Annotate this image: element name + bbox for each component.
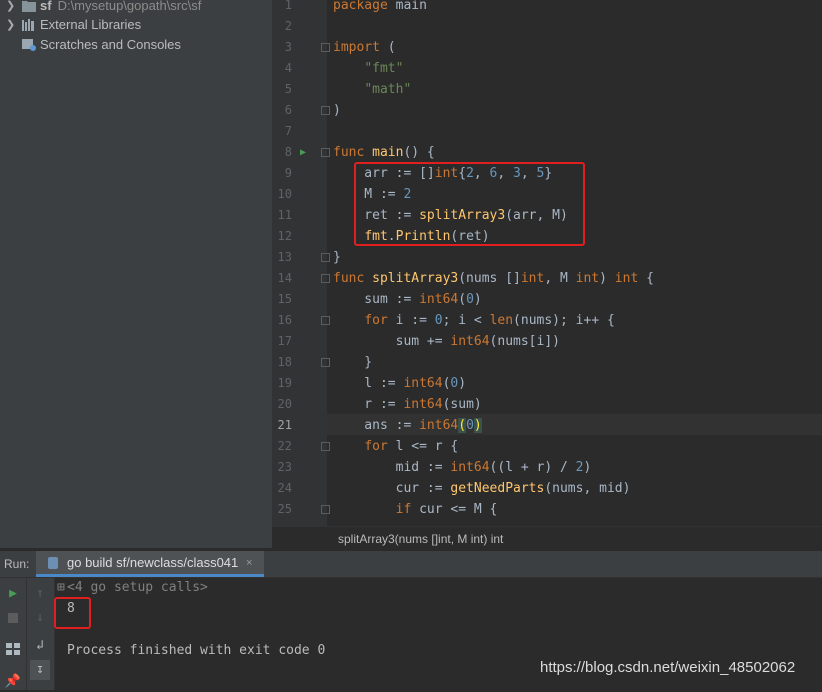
code-line-4: "fmt" [364,61,404,76]
rerun-icon[interactable]: ▶ [3,584,23,604]
line-number: 23 [277,460,292,474]
chevron-right-icon[interactable]: ❯ [6,15,15,35]
code-line-14: func splitArray3(nums []int, M int) int … [333,271,654,286]
line-number: 17 [277,334,292,348]
code-line-1: package main [333,0,427,13]
scroll-to-end-icon[interactable]: ↧ [30,660,50,680]
line-number: 1 [284,0,292,12]
line-number: 24 [277,481,292,495]
run-panel-header: Run: go build sf/newclass/class041 × [0,551,822,578]
line-number: 18 [277,355,292,369]
code-line-22: for l <= r { [364,439,459,454]
code-line-13: } [333,250,341,265]
line-number: 10 [277,187,292,201]
soft-wrap-icon[interactable]: ↲ [30,636,50,656]
run-panel-label: Run: [4,557,30,571]
line-number: 3 [284,40,292,54]
code-line-21: ans := int64(0) [333,418,482,433]
fold-icon[interactable] [321,316,330,325]
line-number: 12 [277,229,292,243]
pin-icon[interactable]: 📌 [3,672,23,692]
fold-icon[interactable] [321,43,330,52]
code-editor[interactable]: 1 2 3 4 5 6 7 8 9 10 11 12 13 14 15 16 1… [272,0,822,526]
code-line-3: import ( [333,40,396,55]
code-line-17: sum += int64(nums[i]) [333,334,560,349]
code-line-16: for i := 0; i < len(nums); i++ { [364,313,615,328]
line-number: 11 [277,208,292,222]
line-number: 7 [284,124,292,138]
editor-breadcrumb[interactable]: splitArray3(nums []int, M int) int [272,526,822,551]
line-number: 4 [284,61,292,75]
arrow-down-icon[interactable]: ↓ [30,608,50,628]
highlight-box-output [54,597,91,629]
editor-gutter: 1 2 3 4 5 6 7 8 9 10 11 12 13 14 15 16 1… [272,0,330,526]
line-number: 20 [277,397,292,411]
project-tool-window: ❯ sf D:\mysetup\gopath\src\sf ❯ External … [0,0,272,548]
code-line-24: cur := getNeedParts(nums, mid) [333,481,631,496]
tree-item-path: D:\mysetup\gopath\src\sf [57,0,202,13]
run-gutter-icon[interactable]: ▶ [300,142,306,163]
close-icon[interactable]: × [246,551,252,575]
line-number: 22 [277,439,292,453]
fold-icon[interactable]: ⊞ [57,580,65,595]
fold-icon[interactable] [321,253,330,262]
line-number: 5 [284,82,292,96]
line-number: 16 [277,313,292,327]
line-number-current: 21 [277,418,292,432]
stop-icon[interactable] [3,608,23,628]
console-setup-calls[interactable]: <4 go setup calls> [67,580,208,595]
layout-icon[interactable] [3,642,23,662]
fold-icon[interactable] [321,274,330,283]
line-number: 15 [277,292,292,306]
run-toolbar-secondary: ↑ ↓ ↲ ↧ [27,578,55,690]
code-line-5: "math" [364,82,412,97]
tree-item-label: Scratches and Consoles [40,37,181,52]
watermark: https://blog.csdn.net/weixin_48502062 [540,659,796,676]
code-line-19: l := int64(0) [333,376,467,391]
code-line-18: } [333,355,373,370]
library-icon [22,19,34,31]
code-line-6: ) [333,103,341,118]
arrow-up-icon[interactable]: ↑ [30,584,50,604]
tree-item-label: sf [40,0,52,13]
fold-icon[interactable] [321,442,330,451]
code-line-8: func main() { [333,145,435,160]
code-line-25: if cur <= M { [395,502,498,517]
code-line-15: sum := int64(0) [333,292,482,307]
run-toolbar-primary: ▶ 📌 [0,578,27,690]
fold-icon[interactable] [321,505,330,514]
line-number: 6 [284,103,292,117]
fold-icon[interactable] [321,358,330,367]
console-exit-message: Process finished with exit code 0 [67,643,326,658]
go-file-icon [48,557,58,569]
run-tab-label[interactable]: go build sf/newclass/class041 [67,551,238,575]
fold-icon[interactable] [321,106,330,115]
breadcrumb-label[interactable]: splitArray3(nums []int, M int) int [338,527,503,551]
code-line-20: r := int64(sum) [333,397,482,412]
highlight-box-main-body [354,162,585,246]
line-number: 13 [277,250,292,264]
line-number: 14 [277,271,292,285]
line-number: 2 [284,19,292,33]
line-number: 8 [284,145,292,159]
tree-item-label: External Libraries [40,17,142,32]
chevron-right-icon[interactable]: ❯ [6,0,15,16]
line-number: 19 [277,376,292,390]
run-config-tab[interactable]: go build sf/newclass/class041 × [36,551,264,577]
scratches-icon [22,39,36,51]
line-number: 25 [277,502,292,516]
code-line-23: mid := int64((l + r) / 2) [333,460,592,475]
fold-icon[interactable] [321,148,330,157]
folder-icon [22,1,36,12]
line-number: 9 [284,166,292,180]
